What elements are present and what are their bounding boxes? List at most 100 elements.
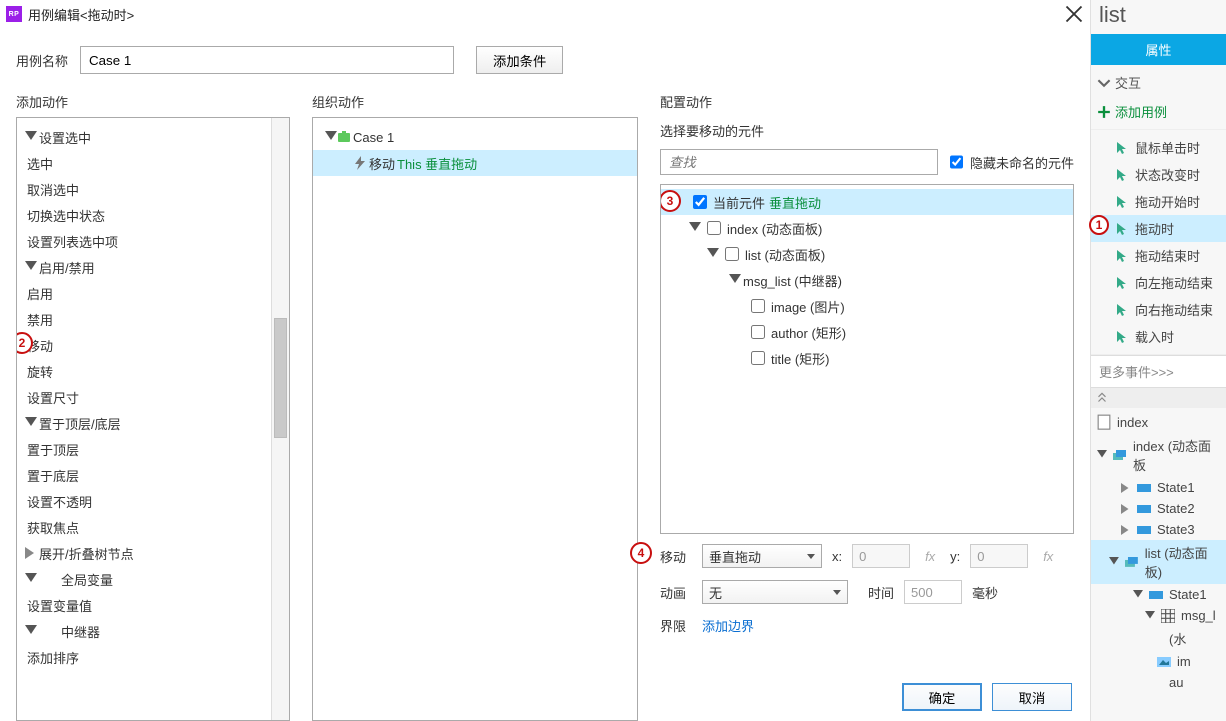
interactions-section[interactable]: 交互 [1091,65,1226,98]
ol-index-dp[interactable]: index (动态面板 [1091,433,1226,477]
add-condition-button[interactable]: 添加条件 [476,46,563,74]
ol-index-page[interactable]: index [1091,412,1226,433]
group-global-var[interactable]: 全局变量 [17,566,289,592]
move-label: 移动 [660,547,692,566]
bound-row: 界限 添加边界 [660,616,1074,635]
outline-collapse[interactable] [1091,388,1226,408]
ol-state1[interactable]: State1 [1091,477,1226,498]
action-row-move[interactable]: 移动 This 垂直拖动 [313,150,637,176]
add-actions-label: 添加动作 [16,88,290,117]
move-type-select[interactable]: 垂直拖动 [702,544,822,568]
action-toggle-select[interactable]: 切换选中状态 [17,202,289,228]
actions-scrollbar[interactable] [271,118,289,720]
repeater-icon [1161,609,1175,623]
event-state-change[interactable]: 状态改变时 [1091,161,1226,188]
case-name-input[interactable] [80,46,454,74]
widget-author[interactable]: author (矩形) [661,319,1073,345]
x-label: x: [832,549,842,564]
action-move[interactable]: 2 移动 [17,332,289,358]
event-list: 鼠标单击时 状态改变时 拖动开始时 1 拖动时 拖动结束时 向左拖动结束 向右拖… [1091,130,1226,355]
ol-state2[interactable]: State2 [1091,498,1226,519]
event-drag-end[interactable]: 拖动结束时 [1091,242,1226,269]
marker-1: 1 [1089,215,1109,235]
collapse-icon [1095,391,1109,405]
group-set-selected[interactable]: 设置选中 [17,124,289,150]
widget-image[interactable]: image (图片) [661,293,1073,319]
ol-msglist[interactable]: msg_l [1091,605,1226,626]
dynamic-panel-icon [1125,557,1139,567]
cursor-icon [1115,249,1129,263]
action-opacity[interactable]: 设置不透明 [17,488,289,514]
fx-x-button[interactable]: fx [920,549,940,564]
configure-panel: 配置动作 选择要移动的元件 隐藏未命名的元件 3 当前元件 [660,88,1074,721]
time-input[interactable]: 500 [904,580,962,604]
action-focus[interactable]: 获取焦点 [17,514,289,540]
marker-4: 4 [630,542,652,564]
fx-y-button[interactable]: fx [1038,549,1058,564]
add-case-button[interactable]: 添加用例 [1091,98,1226,130]
cursor-icon [1115,330,1129,344]
properties-tab[interactable]: 属性 [1091,34,1226,65]
ol-au[interactable]: au [1091,672,1226,693]
action-unselect[interactable]: 取消选中 [17,176,289,202]
widget-msglist[interactable]: msg_list (中继器) [661,267,1073,293]
ol-state3[interactable]: State3 [1091,519,1226,540]
case-name-label: 用例名称 [16,51,68,70]
x-input[interactable]: 0 [852,544,910,568]
ol-list-dp[interactable]: list (动态面板) [1091,540,1226,584]
action-add-sort[interactable]: 添加排序 [17,644,289,670]
widget-current[interactable]: 3 当前元件 垂直拖动 [661,189,1073,215]
event-click[interactable]: 鼠标单击时 [1091,134,1226,161]
chevron-right-icon [1121,483,1131,493]
ok-button[interactable]: 确定 [902,683,982,711]
ol-water[interactable]: (水 [1091,626,1226,651]
widget-title[interactable]: title (矩形) [661,345,1073,371]
anim-label: 动画 [660,583,692,602]
hide-unnamed-checkbox[interactable] [950,149,963,175]
axure-app-icon: RP [6,6,22,22]
ol-im[interactable]: im [1091,651,1226,672]
anim-type-select[interactable]: 无 [702,580,848,604]
action-resize[interactable]: 设置尺寸 [17,384,289,410]
close-button[interactable] [1064,4,1084,24]
action-front[interactable]: 置于顶层 [17,436,289,462]
action-enable[interactable]: 启用 [17,280,289,306]
event-load[interactable]: 载入时 [1091,323,1226,350]
group-enable[interactable]: 启用/禁用 [17,254,289,280]
bound-label: 界限 [660,616,692,635]
widget-search-input[interactable] [660,149,938,175]
widget-list[interactable]: list (动态面板) [661,241,1073,267]
group-repeater[interactable]: 中继器 [17,618,289,644]
action-back[interactable]: 置于底层 [17,462,289,488]
current-checkbox[interactable] [693,195,707,209]
add-actions-panel: 添加动作 设置选中 选中 取消选中 切换选中状态 设置列表选中项 启用/禁用 启… [16,88,290,721]
action-set-var[interactable]: 设置变量值 [17,592,289,618]
dynamic-panel-icon [1113,450,1127,460]
group-zorder[interactable]: 置于顶层/底层 [17,410,289,436]
cancel-button[interactable]: 取消 [992,683,1072,711]
event-swipe-left[interactable]: 向左拖动结束 [1091,269,1226,296]
cursor-icon [1115,222,1129,236]
time-label: 时间 [868,583,894,602]
y-input[interactable]: 0 [970,544,1028,568]
ol-list-state1[interactable]: State1 [1091,584,1226,605]
event-swipe-right[interactable]: 向右拖动结束 [1091,296,1226,323]
organize-box: Case 1 移动 This 垂直拖动 [312,117,638,721]
state-icon [1137,484,1151,492]
cursor-icon [1115,141,1129,155]
widget-index[interactable]: index (动态面板) [661,215,1073,241]
chevron-down-icon [1145,611,1155,621]
chevron-down-icon [1133,590,1143,600]
event-drag-start[interactable]: 拖动开始时 [1091,188,1226,215]
case-row[interactable]: Case 1 [313,124,637,150]
more-events[interactable]: 更多事件>>> [1091,355,1226,388]
action-select[interactable]: 选中 [17,150,289,176]
hide-unnamed-toggle[interactable]: 隐藏未命名的元件 [946,146,1074,178]
action-disable[interactable]: 禁用 [17,306,289,332]
inspector-title: list [1091,0,1226,34]
add-bound-link[interactable]: 添加边界 [702,616,754,635]
action-expand-tree[interactable]: 展开/折叠树节点 [17,540,289,566]
action-rotate[interactable]: 旋转 [17,358,289,384]
event-dragging[interactable]: 1 拖动时 [1091,215,1226,242]
action-set-list-sel[interactable]: 设置列表选中项 [17,228,289,254]
